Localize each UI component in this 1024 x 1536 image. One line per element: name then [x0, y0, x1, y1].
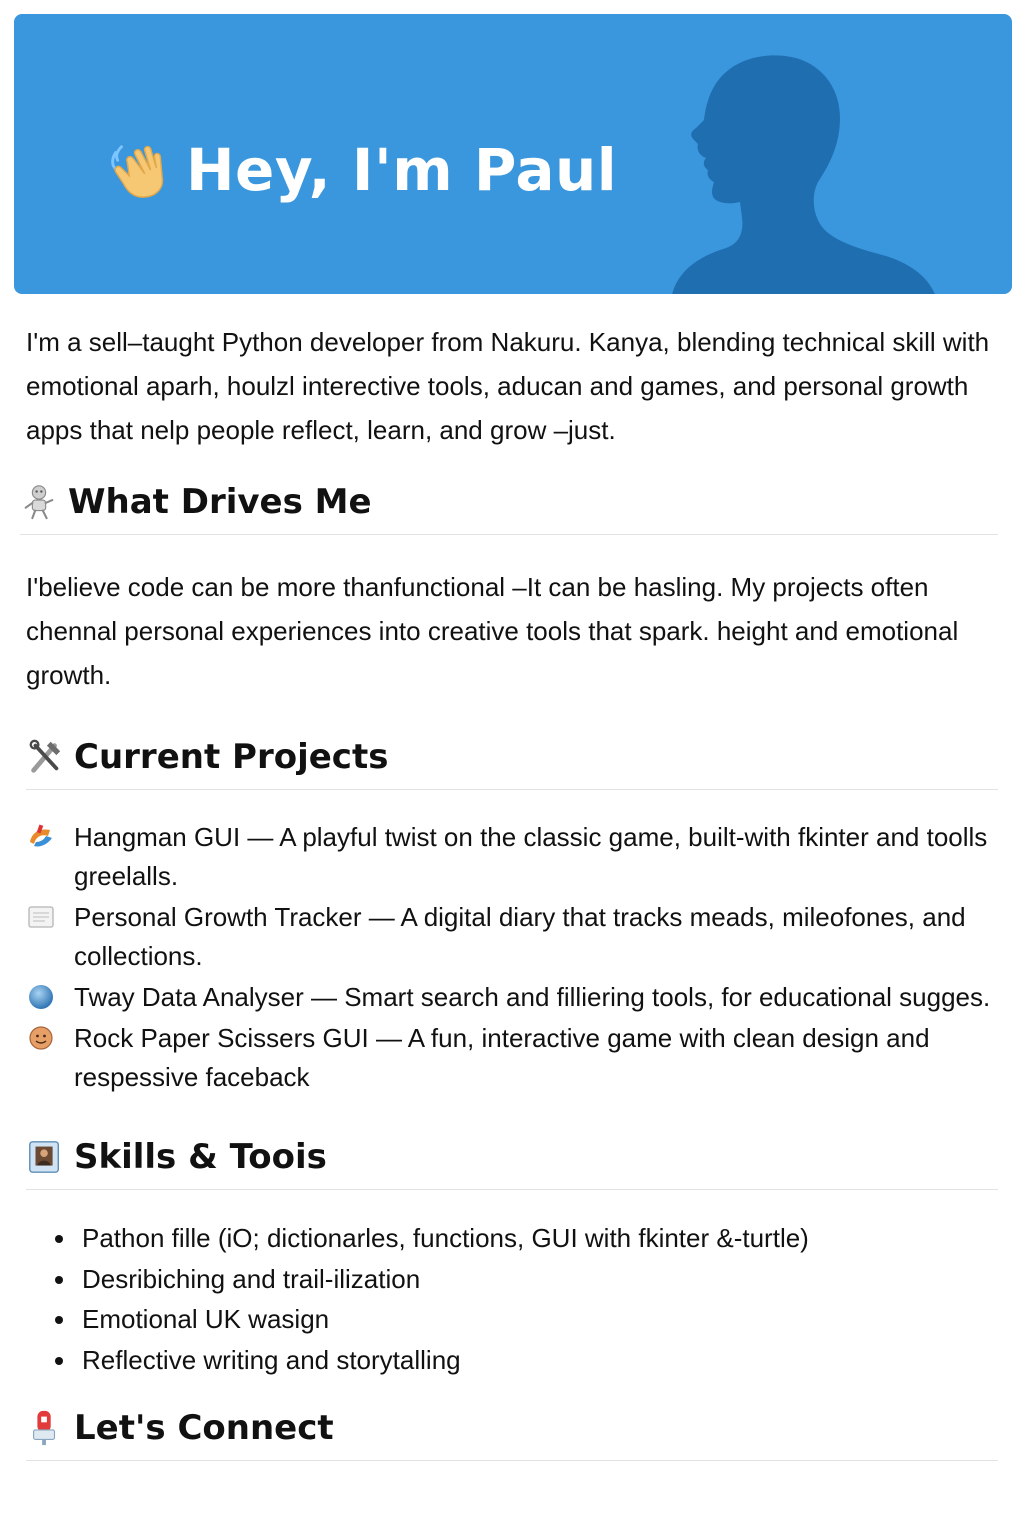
project-text: Personal Growth Tracker — A digital diar… [74, 902, 966, 971]
intro-paragraph: I'm a sell–taught Python developer from … [26, 327, 990, 445]
notebook-icon [28, 906, 54, 928]
connect-heading: Let's Connect [26, 1408, 998, 1461]
waving-hand-icon [111, 145, 164, 198]
robot-icon [24, 485, 54, 520]
banner-title: Hey, I'm Paul [106, 136, 617, 204]
drives-paragraph: I'believe code can be more thanfunctiona… [26, 572, 959, 690]
skills-heading: Skills & Toois [26, 1137, 998, 1190]
list-item: Emotional UK wasign [78, 1299, 998, 1340]
globe-icon [29, 985, 53, 1009]
header-banner: Hey, I'm Paul [14, 14, 1012, 294]
drives-title: What Drives Me [68, 482, 372, 522]
list-item: Desribiching and trail-ilization [78, 1259, 998, 1300]
game-icon [30, 824, 52, 847]
projects-title: Current Projects [74, 737, 389, 777]
project-text: Rock Paper Scissers GUI — A fun, interac… [74, 1023, 930, 1092]
drives-heading: What Drives Me [20, 482, 998, 535]
list-item: Rock Paper Scissers GUI — A fun, interac… [26, 1019, 998, 1097]
skills-title: Skills & Toois [74, 1137, 327, 1177]
list-item: Hangman GUI — A playful twist on the cla… [26, 818, 998, 896]
project-list: Hangman GUI — A playful twist on the cla… [26, 818, 998, 1097]
id-card-icon [29, 1141, 60, 1173]
project-text: Hangman GUI — A playful twist on the cla… [74, 822, 988, 891]
banner-heading: Hey, I'm Paul [186, 136, 618, 204]
project-text: Tway Data Analyser — Smart search and fi… [74, 982, 991, 1012]
list-item: Personal Growth Tracker — A digital diar… [26, 898, 998, 976]
skills-list: Pathon fille (iO; dictionarles, function… [26, 1218, 998, 1380]
mailbox-icon [33, 1410, 56, 1446]
list-item: Reflective writing and storytalling [78, 1340, 998, 1381]
connect-title: Let's Connect [74, 1408, 334, 1448]
list-item: Tway Data Analyser — Smart search and fi… [26, 978, 998, 1017]
projects-heading: Current Projects [26, 737, 998, 790]
readme-content: I'm a sell–taught Python developer from … [20, 320, 998, 1461]
person-silhouette-icon [672, 55, 935, 294]
face-icon [29, 1026, 53, 1050]
tools-icon [29, 739, 61, 773]
list-item: Pathon fille (iO; dictionarles, function… [78, 1218, 998, 1259]
